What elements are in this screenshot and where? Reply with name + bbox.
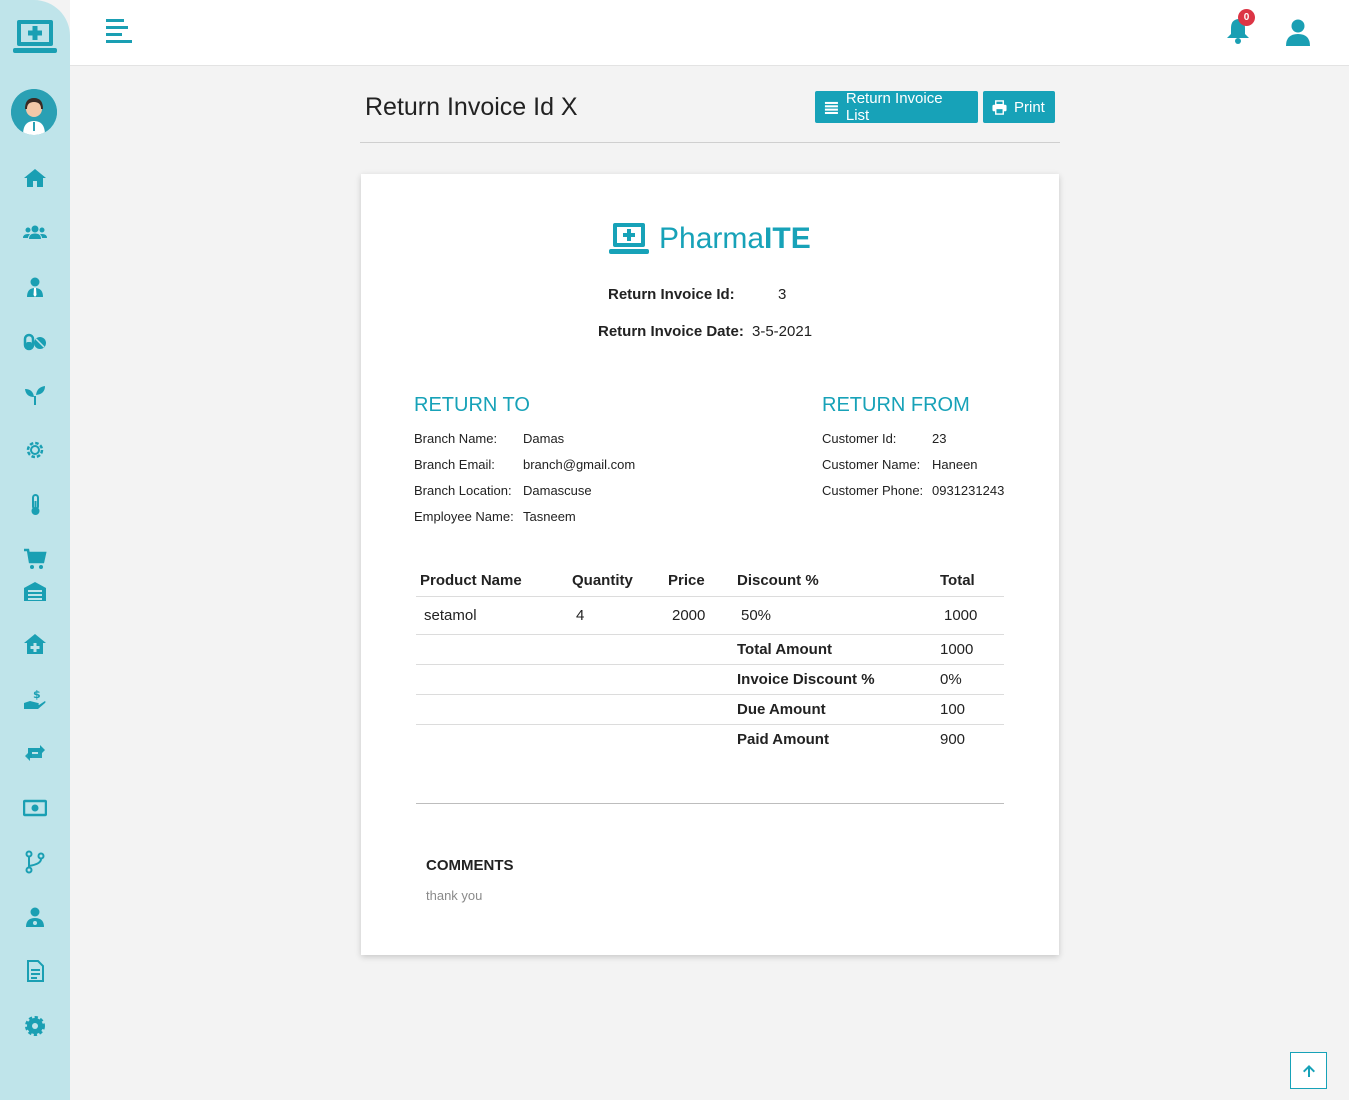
return-to-title: RETURN TO <box>414 394 530 416</box>
comments-text: thank you <box>426 888 483 903</box>
summary-label: Total Amount <box>733 634 936 665</box>
branch-location-value: Damascuse <box>523 483 592 498</box>
invoice-id-label: Return Invoice Id: <box>608 286 735 303</box>
customer-name-value: Haneen <box>932 457 978 472</box>
employee-name-value: Tasneem <box>523 509 576 524</box>
summary-label: Paid Amount <box>737 730 829 748</box>
customer-id-value: 23 <box>932 431 947 446</box>
employee-name-label: Employee Name: <box>414 509 514 524</box>
user-tie-icon[interactable] <box>21 273 49 301</box>
return-from-title: RETURN FROM <box>822 394 970 416</box>
return-invoice-list-label: Return Invoice List <box>845 90 943 124</box>
hand-dollar-icon[interactable]: $ <box>21 685 49 713</box>
table-row: setamol 4 2000 50% 1000 <box>416 596 1004 635</box>
summary-value: 0% <box>936 664 1004 695</box>
summary-label: Invoice Discount % <box>733 664 936 695</box>
summary-label: Due Amount <box>733 694 936 725</box>
code-branch-icon[interactable] <box>21 848 49 876</box>
table-cell: setamol <box>416 596 568 635</box>
branch-email-label: Branch Email: <box>414 457 495 472</box>
column-header: Total <box>936 566 1004 597</box>
brand-name: PharmaITE <box>659 222 811 255</box>
list-icon <box>824 101 838 114</box>
table-cell: 1000 <box>936 596 1004 635</box>
user-icon[interactable] <box>1285 18 1311 46</box>
home-icon[interactable] <box>21 164 49 192</box>
pills-icon[interactable] <box>21 327 49 355</box>
customer-id-label: Customer Id: <box>822 431 897 446</box>
branch-name-value: Damas <box>523 431 565 446</box>
summary-row: Due Amount 100 <box>416 694 1004 725</box>
comments-title: COMMENTS <box>426 857 514 874</box>
page-title: Return Invoice Id X <box>365 93 578 121</box>
customer-name-label: Customer Name: <box>822 457 921 472</box>
column-header: Product Name <box>416 566 568 597</box>
warehouse-icon[interactable] <box>21 577 49 605</box>
file-icon[interactable] <box>21 957 49 985</box>
invoice-items-table: Product Name Quantity Price Discount % T… <box>416 566 1004 754</box>
table-cell: 50% <box>733 596 936 635</box>
table-cell: 2000 <box>664 596 733 635</box>
invoice-card: PharmaITE Return Invoice Id: 3 Return In… <box>361 174 1059 955</box>
branch-name-label: Branch Name: <box>414 431 498 446</box>
header-divider <box>360 142 1060 143</box>
money-bill-icon[interactable] <box>21 794 49 822</box>
print-label: Print <box>1014 98 1045 116</box>
sidebar: $ <box>0 0 70 1100</box>
customer-phone-value: 0931231243 <box>932 483 1005 498</box>
customer-phone-label: Customer Phone: <box>822 483 924 498</box>
clinic-icon[interactable] <box>21 630 49 658</box>
branch-location-label: Branch Location: <box>414 483 512 498</box>
summary-value: 100 <box>936 694 1004 725</box>
table-cell: 4 <box>568 596 664 635</box>
column-header: Price <box>664 566 733 597</box>
scroll-to-top-button[interactable] <box>1290 1052 1327 1089</box>
seedling-icon[interactable] <box>21 381 49 409</box>
print-button[interactable]: Print <box>983 91 1055 123</box>
summary-row: Invoice Discount % 0% <box>416 664 1004 695</box>
svg-text:$: $ <box>33 688 41 701</box>
invoice-date-label: Return Invoice Date: <box>598 323 744 340</box>
users-icon[interactable] <box>21 218 49 246</box>
invoice-id-value: 3 <box>778 286 787 303</box>
comments-divider <box>416 803 1004 804</box>
summary-value: 900 <box>940 730 966 748</box>
column-header: Discount % <box>733 566 936 597</box>
table-header-row: Product Name Quantity Price Discount % T… <box>416 566 1004 597</box>
return-invoice-list-button[interactable]: Return Invoice List <box>815 90 978 124</box>
laptop-medical-logo-icon[interactable] <box>13 18 57 56</box>
cart-icon[interactable] <box>21 545 49 573</box>
column-header: Quantity <box>568 566 664 597</box>
summary-row: Total Amount 1000 <box>416 634 1004 665</box>
doctor-icon[interactable] <box>21 903 49 931</box>
branch-email-value: branch@gmail.com <box>523 457 636 472</box>
summary-value: 1000 <box>936 634 1004 665</box>
cog-icon[interactable] <box>21 1012 49 1040</box>
print-icon <box>992 99 1007 115</box>
summary-row: Paid Amount 900 <box>416 724 1004 754</box>
invoice-date-value: 3-5-2021 <box>752 323 813 340</box>
notification-badge: 0 <box>1238 9 1255 26</box>
laptop-medical-icon <box>609 223 649 254</box>
brand-logo: PharmaITE <box>609 222 811 256</box>
retweet-icon[interactable] <box>21 739 49 767</box>
menu-toggle-icon[interactable] <box>106 19 132 43</box>
thermometer-icon[interactable] <box>21 491 49 519</box>
avatar[interactable] <box>11 89 57 135</box>
arrow-up-icon <box>1302 1064 1315 1077</box>
gear-icon[interactable] <box>21 436 49 464</box>
top-bar: 0 <box>70 0 1349 66</box>
